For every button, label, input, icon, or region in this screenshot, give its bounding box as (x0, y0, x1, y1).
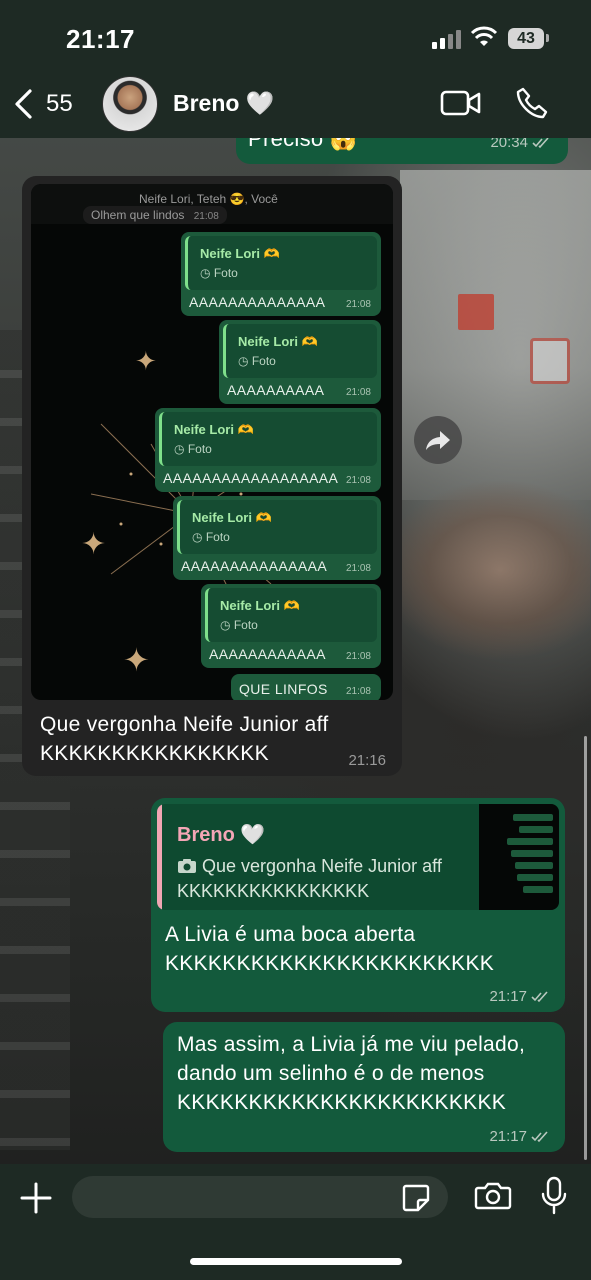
screenshot-quote-sub: ◷ Foto (192, 530, 230, 544)
screenshot-bubble-time: 21:08 (345, 475, 371, 486)
screenshot-group-header: Neife Lori, Teteh 😎, Você Olhem que lind… (31, 184, 393, 224)
forward-icon (426, 431, 450, 450)
screenshot-quote-name: Neife Lori 🫶 (174, 422, 254, 437)
avatar[interactable] (102, 76, 158, 132)
screenshot-quote: Neife Lori 🫶 ◷ Foto (177, 500, 377, 554)
plus-icon[interactable] (18, 1180, 54, 1216)
screenshot-quote: Neife Lori 🫶 ◷ Foto (159, 412, 377, 466)
signal-icon (432, 30, 461, 49)
screenshot-quote-sub: ◷ Foto (238, 354, 276, 368)
screenshot-quote-name: Neife Lori 🫶 (220, 598, 300, 613)
screenshot-bubble-text: AAAAAAAAAAAAAAA (181, 558, 328, 574)
message-text: A Livia é uma boca aberta KKKKKKKKKKKKKK… (165, 923, 495, 975)
screenshot-bubble-time: 21:08 (345, 686, 371, 697)
double-check-icon (531, 990, 548, 1002)
message-bubble-outgoing[interactable]: Mas assim, a Livia já me viu pelado, dan… (163, 1022, 565, 1152)
screenshot-quote-sub-text: Foto (251, 354, 276, 368)
camera-small-icon (178, 859, 196, 873)
message-time: 21:16 (348, 752, 386, 769)
sparkle-icon: ✦ (123, 642, 150, 678)
screenshot-bubble-text: QUE LINFOS (239, 681, 328, 697)
wallpaper-sign (458, 294, 494, 330)
double-check-icon (531, 1130, 548, 1142)
reply-quote[interactable]: Breno 🤍 Que vergonha Neife Junior aff KK… (157, 804, 559, 910)
scroll-indicator[interactable] (584, 736, 587, 1160)
wifi-icon (470, 26, 498, 46)
screenshot-bubble-text: AAAAAAAAAAAA (209, 646, 326, 662)
message-caption: Que vergonha Neife Junior aff KKKKKKKKKK… (40, 713, 329, 765)
message-bubble-outgoing-reply[interactable]: Breno 🤍 Que vergonha Neife Junior aff KK… (151, 798, 565, 1012)
message-time: 21:17 (489, 988, 549, 1005)
wallpaper-sign-2 (530, 338, 570, 384)
message-bubble-incoming-image[interactable]: Neife Lori, Teteh 😎, Você Olhem que lind… (22, 176, 402, 776)
screenshot-bubble-time: 21:08 (345, 563, 371, 574)
screenshot-bubble-text: AAAAAAAAAA (227, 382, 325, 398)
video-call-icon[interactable] (440, 88, 482, 118)
sparkle-icon: ✦ (81, 528, 107, 561)
screenshot-preview-text: Olhem que lindos (91, 208, 185, 222)
screenshot-bubble: Neife Lori 🫶 ◷ Foto AAAAAAAAAA 21:08 (219, 320, 381, 404)
input-bar (0, 1164, 591, 1280)
screenshot-bubble: Neife Lori 🫶 ◷ Foto AAAAAAAAAAAAAAAAAA 2… (155, 408, 381, 492)
camera-icon[interactable] (474, 1180, 512, 1212)
reply-quote-text-wrap: Que vergonha Neife Junior aff KKKKKKKKKK… (177, 854, 467, 904)
double-check-icon (532, 136, 549, 148)
contact-name[interactable]: Breno 🤍 (173, 90, 274, 117)
status-time: 21:17 (66, 24, 135, 54)
screenshot-preview: Olhem que lindos 21:08 (83, 206, 227, 224)
screenshot-quote: Neife Lori 🫶 ◷ Foto (223, 324, 377, 378)
screenshot-quote-sub-text: Foto (213, 266, 238, 280)
screenshot-bubble-text: AAAAAAAAAAAAAA (189, 294, 326, 310)
back-chevron-icon[interactable] (12, 88, 36, 120)
screenshot-bubble: QUE LINFOS 21:08 (231, 674, 381, 700)
screenshot-bubble: Neife Lori 🫶 ◷ Foto AAAAAAAAAAAA 21:08 (201, 584, 381, 668)
chat-header: 55 Breno 🤍 (0, 70, 591, 138)
screenshot-quote-sub: ◷ Foto (174, 442, 212, 456)
screenshot-quote-sub-text: Foto (233, 618, 258, 632)
phone-icon[interactable] (515, 86, 549, 120)
reply-accent-bar (157, 804, 162, 910)
screenshot-bubble-time: 21:08 (345, 651, 371, 662)
screenshot-quote: Neife Lori 🫶 ◷ Foto (185, 236, 377, 290)
message-time: 21:17 (489, 1128, 549, 1145)
mic-icon[interactable] (540, 1176, 568, 1216)
message-time-text: 21:17 (489, 988, 527, 1005)
screenshot-quote-name: Neife Lori 🫶 (192, 510, 272, 525)
screenshot-preview-time: 21:08 (193, 211, 219, 222)
screenshot-bubble: Neife Lori 🫶 ◷ Foto AAAAAAAAAAAAAA 21:08 (181, 232, 381, 316)
battery-cap (546, 34, 549, 42)
screenshot-quote-sub: ◷ Foto (200, 266, 238, 280)
screenshot-quote-name: Neife Lori 🫶 (238, 334, 318, 349)
screenshot-bubble-time: 21:08 (345, 299, 371, 310)
screenshot-bubble-time: 21:08 (345, 387, 371, 398)
screenshot-quote-sub-text: Foto (205, 530, 230, 544)
message-input[interactable] (72, 1176, 448, 1218)
battery-icon: 43 (508, 28, 544, 49)
forward-button[interactable] (414, 416, 462, 464)
screenshot-quote: Neife Lori 🫶 ◷ Foto (205, 588, 377, 642)
message-time-text: 21:17 (489, 1128, 527, 1145)
reply-quote-name: Breno 🤍 (177, 824, 266, 846)
screenshot-bubble: Neife Lori 🫶 ◷ Foto AAAAAAAAAAAAAAA 21:0… (173, 496, 381, 580)
wallpaper-arm (400, 470, 590, 730)
screenshot-bubble-text: AAAAAAAAAAAAAAAAAA (163, 470, 339, 486)
screenshot-quote-sub-text: Foto (187, 442, 212, 456)
sparkle-icon: ✦ (135, 346, 157, 376)
screenshot-quote-sub: ◷ Foto (220, 618, 258, 632)
home-indicator (190, 1258, 402, 1265)
status-bar: 21:17 43 (0, 0, 591, 70)
screenshot-image[interactable]: Neife Lori, Teteh 😎, Você Olhem que lind… (31, 184, 393, 700)
reply-quote-text: Que vergonha Neife Junior aff KKKKKKKKKK… (177, 856, 442, 901)
screenshot-group-members: Neife Lori, Teteh 😎, Você (139, 192, 278, 206)
back-unread-count[interactable]: 55 (46, 90, 73, 118)
message-text: Mas assim, a Livia já me viu pelado, dan… (177, 1033, 526, 1114)
reply-thumbnail (479, 804, 559, 910)
screenshot-quote-name: Neife Lori 🫶 (200, 246, 280, 261)
sticker-icon[interactable] (400, 1182, 432, 1214)
